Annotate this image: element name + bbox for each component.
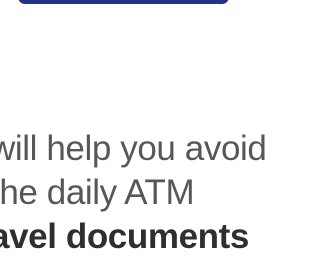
page: will help you avoid the daily ATM avel d…: [0, 0, 293, 268]
body-text-block: will help you avoid the daily ATM avel d…: [0, 127, 293, 259]
body-text-line-1: will help you avoid: [0, 129, 267, 168]
body-text-line-3-bold: avel documents: [0, 217, 249, 256]
top-button[interactable]: [18, 0, 229, 4]
body-text-line-2: the daily ATM: [0, 173, 195, 212]
